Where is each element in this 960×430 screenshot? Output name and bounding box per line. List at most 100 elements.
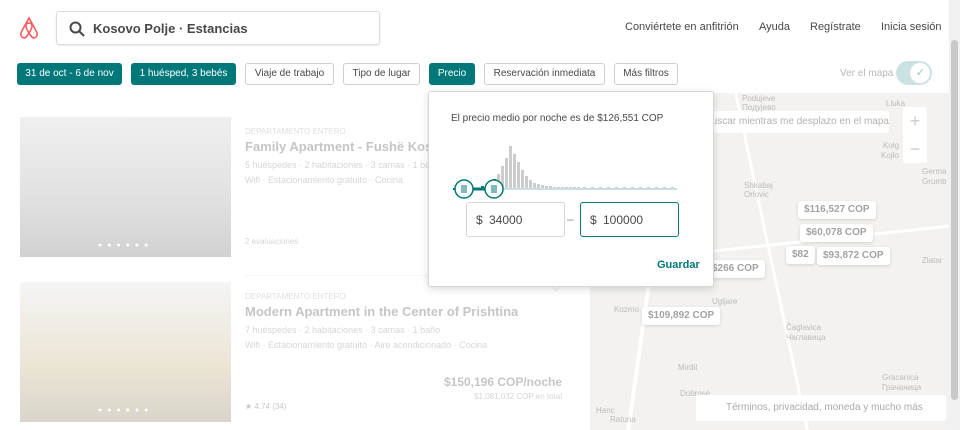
histogram-bar — [599, 187, 602, 188]
listing-card[interactable]: ●●●●●● ♡ Departamento entero Modern Apar… — [20, 279, 590, 422]
histogram-bar — [671, 187, 674, 188]
max-slider-handle[interactable] — [484, 179, 504, 199]
currency-symbol: $ — [476, 213, 483, 227]
listing-details: 7 huéspedes · 2 habitaciones · 3 camas ·… — [245, 325, 441, 335]
login-link[interactable]: Inicia sesión — [881, 21, 942, 33]
page-scrollbar[interactable] — [949, 0, 960, 430]
map-label: Podujeve — [742, 94, 776, 103]
map-price-pin[interactable]: $266 COP — [706, 260, 765, 278]
map-label: Чаглавица — [786, 333, 826, 342]
carousel-dots[interactable]: ●●●●●● — [98, 407, 153, 414]
show-map-toggle[interactable]: ✓ — [896, 61, 932, 85]
search-icon — [69, 21, 85, 37]
zoom-out-button[interactable]: − — [903, 135, 927, 163]
map-label: Kozmo — [614, 305, 639, 314]
listing-type: Departamento entero — [245, 127, 346, 136]
histogram-bar — [541, 185, 544, 188]
listing-photo[interactable]: ●●●●●● — [20, 117, 231, 257]
histogram-bar — [537, 184, 540, 188]
map-price-pin[interactable]: $109,892 COP — [642, 307, 721, 325]
price-filter-popup: El precio medio por noche es de $126,551… — [428, 91, 714, 287]
map-label: Gracanica — [882, 373, 919, 382]
map-label: Hanc — [596, 406, 615, 415]
histogram-bar — [615, 187, 618, 188]
histogram-bar — [639, 187, 642, 188]
map-zoom-controls: + − — [903, 107, 927, 163]
listing-total: $1,081,032 COP en total — [474, 392, 562, 401]
histogram-bar — [663, 187, 666, 188]
map-label: Ratuna — [610, 415, 636, 424]
scrollbar-thumb[interactable] — [951, 40, 958, 400]
listing-title[interactable]: Family Apartment - Fushë Kosova — [245, 139, 455, 154]
map-footer-link[interactable]: Términos, privacidad, moneda y mucho más — [696, 395, 946, 421]
histogram-bar — [647, 187, 650, 188]
listing-title[interactable]: Modern Apartment in the Center of Prisht… — [245, 304, 518, 319]
work-trip-filter-button[interactable]: Viaje de trabajo — [245, 63, 334, 85]
min-price-field[interactable]: $ 34000 — [466, 202, 565, 237]
map-price-pin[interactable]: $116,527 COP — [798, 201, 876, 219]
map-label: Zlatar — [922, 256, 943, 265]
dates-filter-button[interactable]: 31 de oct - 6 de nov — [17, 63, 122, 85]
histogram-bar — [505, 158, 508, 188]
histogram-bar — [569, 187, 572, 188]
help-link[interactable]: Ayuda — [759, 21, 790, 33]
map-price-pin[interactable]: $93,872 COP — [817, 247, 890, 265]
signup-link[interactable]: Regístrate — [810, 21, 861, 33]
map-label: Mirdil — [678, 363, 698, 372]
become-host-link[interactable]: Conviértete en anfitrión — [625, 21, 739, 33]
map-price-pin[interactable]: $82 — [786, 246, 815, 264]
save-button[interactable]: Guardar — [657, 259, 700, 271]
max-price-field[interactable]: $ 100000 — [580, 202, 679, 237]
map-label: Ugljare — [712, 297, 738, 306]
histogram-bar — [607, 187, 610, 188]
more-filters-button[interactable]: Más filtros — [614, 63, 678, 85]
header: Kosovo Polje · Estancias Conviértete en … — [0, 0, 960, 58]
map-price-pin[interactable]: $60,078 COP — [800, 224, 873, 242]
listing-price: $150,196 COP/noche — [443, 375, 562, 389]
min-price-input[interactable]: 34000 — [489, 213, 522, 227]
map-label: Пoдујево — [742, 103, 776, 112]
carousel-dots[interactable]: ●●●●●● — [98, 242, 153, 249]
map-label: Germa — [922, 167, 947, 176]
listing-type: Departamento entero — [245, 292, 346, 301]
histogram-bar — [521, 170, 524, 188]
listing-details: 5 huéspedes · 2 habitaciones · 3 camas ·… — [245, 160, 441, 170]
listing-reviews: 2 evaluaciones — [245, 237, 299, 246]
histogram-bar — [513, 154, 516, 188]
listing-photo[interactable]: ●●●●●● — [20, 282, 231, 422]
zoom-in-button[interactable]: + — [903, 107, 927, 135]
map-label: Grumb — [922, 177, 947, 186]
histogram-bar — [509, 146, 512, 188]
histogram-bar — [623, 187, 626, 188]
histogram-bar — [545, 186, 548, 188]
price-histogram — [453, 146, 677, 199]
location-search-box[interactable]: Kosovo Polje · Estancias — [56, 11, 380, 45]
search-text[interactable]: Kosovo Polje · Estancias — [93, 21, 248, 36]
guests-filter-button[interactable]: 1 huésped, 3 bebés — [131, 63, 236, 85]
price-filter-button[interactable]: Precio — [429, 63, 475, 85]
listing-rating: ★ 4.74 (34) — [245, 402, 287, 411]
map-label: Čaglavica — [786, 323, 822, 332]
histogram-bar — [517, 162, 520, 188]
histogram-bar — [525, 176, 528, 188]
histogram-bar — [565, 187, 568, 188]
histogram-bar — [631, 187, 634, 188]
histogram-bar — [573, 187, 576, 188]
listing-amenities: Wifi · Estacionamiento gratuito · Cocina — [245, 175, 404, 185]
currency-symbol: $ — [590, 213, 597, 227]
average-price-text: El precio medio por noche es de $126,551… — [451, 113, 664, 124]
max-price-input[interactable]: 100000 — [603, 213, 643, 227]
instant-book-filter-button[interactable]: Reservación inmediata — [484, 63, 605, 85]
place-type-filter-button[interactable]: Tipo de lugar — [343, 63, 420, 85]
airbnb-logo-icon[interactable] — [18, 16, 40, 40]
check-icon: ✓ — [915, 67, 925, 79]
histogram-bar — [583, 187, 586, 188]
histogram-bar — [577, 187, 580, 188]
search-as-move-checkbox[interactable]: Buscar mientras me desplazo en el mapa — [693, 111, 889, 133]
min-slider-handle[interactable] — [454, 179, 474, 199]
show-map-label: Ver el mapa — [840, 68, 894, 79]
histogram-bars — [481, 146, 674, 188]
histogram-bar — [561, 187, 564, 188]
map-label: Orlovic — [744, 190, 769, 199]
histogram-bar — [549, 186, 552, 188]
